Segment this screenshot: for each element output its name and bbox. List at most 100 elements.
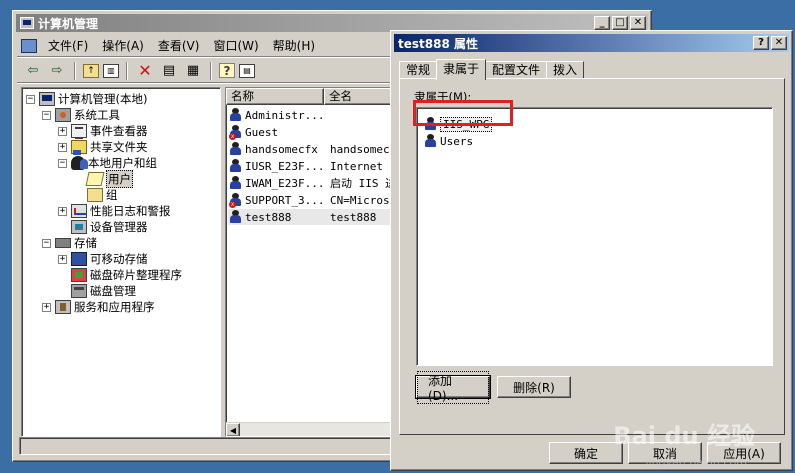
expand-icon[interactable]: + xyxy=(58,206,67,216)
table-row[interactable]: test888 test888 xyxy=(228,209,390,225)
tree-item[interactable]: − 系统工具 xyxy=(42,107,120,123)
group-icon xyxy=(423,134,438,148)
services-icon xyxy=(55,300,71,314)
storage-icon xyxy=(55,238,71,248)
dialog-titlebar[interactable]: test888 属性 ? ✕ xyxy=(394,34,789,52)
user-icon xyxy=(228,159,243,173)
help-icon[interactable]: ? xyxy=(219,63,235,78)
table-row[interactable]: IWAM_E23F... 启动 IIS 进 xyxy=(228,175,390,191)
show-hide-tree-icon[interactable]: ▥ xyxy=(103,63,119,78)
user-icon xyxy=(228,210,243,224)
tree-item[interactable]: + 事件查看器 xyxy=(58,123,148,139)
disabled-user-icon: x xyxy=(228,193,243,208)
toolbar-separator xyxy=(126,61,128,80)
tab-member-of[interactable]: 隶属于 xyxy=(436,59,487,80)
user-name-cell: SUPPORT_3... xyxy=(245,193,325,207)
menu-window[interactable]: 窗口(W) xyxy=(206,37,265,54)
tree-item-label: 设备管理器 xyxy=(90,220,148,234)
ok-button[interactable]: 确定 xyxy=(549,442,623,464)
list-item[interactable]: Users xyxy=(423,133,473,149)
back-arrow-icon[interactable]: ⇦ xyxy=(23,61,43,81)
menu-help[interactable]: 帮助(H) xyxy=(266,37,322,54)
folder-open-icon xyxy=(85,172,105,186)
tree-item[interactable]: 设备管理器 xyxy=(71,219,148,235)
shared-folder-icon xyxy=(71,140,87,155)
table-row[interactable]: Administr... xyxy=(228,107,390,123)
column-header-fullname[interactable]: 全名 xyxy=(324,88,390,105)
group-icon xyxy=(423,117,438,131)
add-button[interactable]: 添加(D)... xyxy=(415,370,491,404)
disk-management-icon xyxy=(71,284,87,298)
menu-view[interactable]: 查看(V) xyxy=(151,37,207,54)
tree-item[interactable]: − 本地用户和组 xyxy=(58,155,157,171)
collapse-icon[interactable]: − xyxy=(26,94,35,104)
forward-arrow-icon[interactable]: ⇨ xyxy=(47,61,67,81)
tree-item-label: 可移动存储 xyxy=(90,252,148,266)
tree-item[interactable]: 组 xyxy=(87,187,118,203)
tree-item[interactable]: − 计算机管理(本地) xyxy=(26,91,147,107)
tree-pane: − 计算机管理(本地) − 系统工具 + 事件查看器 + 共享文件夹 − 本地用户和组 用户组 + 性能… xyxy=(21,87,221,437)
column-header-name[interactable]: 名称 xyxy=(226,88,324,105)
horizontal-scrollbar[interactable]: ◀ xyxy=(226,422,390,436)
user-name-cell: handsomecfx xyxy=(245,142,318,156)
main-window-title: 计算机管理 xyxy=(38,16,99,31)
menu-file[interactable]: 文件(F) xyxy=(41,37,95,54)
close-button[interactable]: ✕ xyxy=(630,16,646,30)
table-row[interactable]: IUSR_E23F... Internet 来 xyxy=(228,158,390,174)
table-row[interactable]: x SUPPORT_3... CN=Microso xyxy=(228,192,390,208)
tree-item-label: 系统工具 xyxy=(74,108,120,122)
menu-action[interactable]: 操作(A) xyxy=(95,37,151,54)
maximize-button[interactable]: □ xyxy=(612,16,628,30)
up-folder-icon[interactable]: ↑ xyxy=(83,63,99,78)
list-item[interactable]: IIS_WPG xyxy=(423,116,493,132)
collapse-icon[interactable]: − xyxy=(58,158,67,168)
table-row[interactable]: x Guest xyxy=(228,124,390,140)
minimize-button[interactable]: _ xyxy=(594,16,610,30)
remove-button[interactable]: 删除(R) xyxy=(497,376,571,398)
tree-item-label: 性能日志和警报 xyxy=(90,204,171,218)
tree-item[interactable]: − 存储 xyxy=(42,235,97,251)
apply-button[interactable]: 应用(A) xyxy=(707,442,781,464)
user-icon xyxy=(228,142,243,156)
export-list-icon[interactable]: ▦ xyxy=(183,61,203,81)
tree-item-label: 组 xyxy=(106,188,118,202)
member-label: IIS_WPG xyxy=(440,116,493,132)
member-label: Users xyxy=(440,134,474,148)
member-of-panel: 隶属于(M): IIS_WPG Users 添加(D)... 删除(R) xyxy=(399,78,785,435)
tree-item-label: 共享文件夹 xyxy=(90,140,148,154)
console-icon[interactable] xyxy=(21,38,37,53)
dialog-close-button[interactable]: ✕ xyxy=(771,36,787,50)
tree-item[interactable]: + 性能日志和警报 xyxy=(58,203,171,219)
table-row[interactable]: handsomecfx handsomecfx xyxy=(228,141,390,157)
tree-item[interactable]: 用户 xyxy=(85,170,133,188)
properties-icon[interactable]: ▤ xyxy=(159,61,179,81)
user-icon xyxy=(228,176,243,190)
tree-item[interactable]: + 共享文件夹 xyxy=(58,139,148,155)
delete-icon[interactable]: ✕ xyxy=(135,61,155,81)
collapse-icon[interactable]: − xyxy=(42,238,51,248)
expand-icon[interactable]: + xyxy=(58,126,67,136)
tree-item[interactable]: 磁盘管理 xyxy=(71,283,136,299)
user-fullname-cell: Internet 来 xyxy=(330,160,390,173)
view-icon[interactable]: ▤ xyxy=(239,63,255,78)
toolbar-separator xyxy=(74,61,76,80)
computer-icon xyxy=(39,92,55,106)
scroll-left-icon[interactable]: ◀ xyxy=(226,423,240,436)
tree-item[interactable]: 磁盘碎片整理程序 xyxy=(71,267,182,283)
tab-profile[interactable]: 配置文件 xyxy=(485,61,548,79)
cancel-button[interactable]: 取消 xyxy=(628,442,702,464)
help-button[interactable]: ? xyxy=(753,36,769,50)
expand-icon[interactable]: + xyxy=(58,142,67,152)
user-list-pane: 名称 全名 Administr... x Guest handsomecfx hands… xyxy=(225,87,391,437)
defrag-icon xyxy=(71,268,87,282)
tab-general[interactable]: 常规 xyxy=(399,61,438,79)
member-of-list[interactable]: IIS_WPG Users xyxy=(416,107,773,366)
tab-dial-in[interactable]: 拨入 xyxy=(546,61,585,79)
computer-management-icon xyxy=(20,17,34,29)
collapse-icon[interactable]: − xyxy=(42,110,51,120)
tree-item[interactable]: + 服务和应用程序 xyxy=(42,299,155,315)
tree-item[interactable]: + 可移动存储 xyxy=(58,251,148,267)
user-name-cell: IUSR_E23F... xyxy=(245,159,325,173)
expand-icon[interactable]: + xyxy=(42,302,51,312)
expand-icon[interactable]: + xyxy=(58,254,67,264)
